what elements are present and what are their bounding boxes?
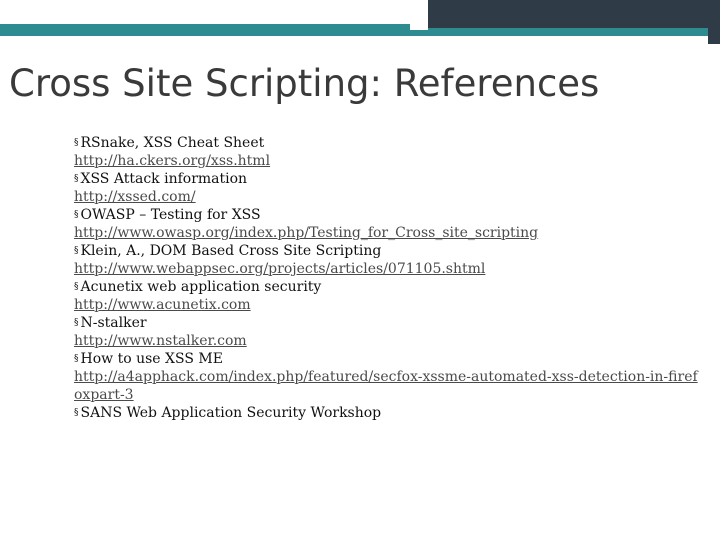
reference-label: Klein, A., DOM Based Cross Site Scriptin… [80, 243, 382, 259]
reference-label: Acunetix web application security [80, 279, 322, 295]
reference-label: How to use XSS ME [80, 351, 223, 367]
header-right-strip [708, 0, 720, 44]
bullet-icon: § [74, 138, 79, 148]
reference-link[interactable]: http://a4apphack.com/index.php/featured/… [74, 368, 698, 404]
reference-item: § OWASP – Testing for XSS http://www.owas… [74, 206, 704, 242]
reference-item: § Acunetix web application security http:… [74, 278, 704, 314]
reference-link[interactable]: http://ha.ckers.org/xss.html [74, 152, 704, 170]
slide: Cross Site Scripting: References § RSnake… [0, 0, 720, 540]
reference-item: § XSS Attack information http://xssed.com… [74, 170, 704, 206]
header-dark-band [425, 0, 720, 28]
reference-label: RSnake, XSS Cheat Sheet [80, 135, 265, 151]
bullet-icon: § [74, 318, 79, 328]
header-band-gap [410, 0, 428, 30]
reference-item: § SANS Web Application Security Workshop [74, 404, 704, 422]
reference-link[interactable]: http://www.acunetix.com [74, 296, 704, 314]
bullet-icon: § [74, 408, 79, 418]
bullet-icon: § [74, 354, 79, 364]
bullet-icon: § [74, 282, 79, 292]
reference-item: § Klein, A., DOM Based Cross Site Scripti… [74, 242, 704, 278]
reference-label: OWASP – Testing for XSS [80, 207, 261, 223]
bullet-icon: § [74, 246, 79, 256]
reference-link[interactable]: http://www.nstalker.com [74, 332, 704, 350]
bullet-icon: § [74, 174, 79, 184]
reference-link[interactable]: http://xssed.com/ [74, 188, 704, 206]
reference-list: § RSnake, XSS Cheat Sheet http://ha.ckers… [74, 134, 704, 422]
reference-item: § How to use XSS ME http://a4apphack.com/… [74, 350, 704, 404]
reference-link[interactable]: http://www.owasp.org/index.php/Testing_f… [74, 224, 704, 242]
reference-label: N-stalker [80, 315, 147, 331]
reference-item: § N-stalker http://www.nstalker.com [74, 314, 704, 350]
reference-link[interactable]: http://www.webappsec.org/projects/articl… [74, 260, 704, 278]
slide-title: Cross Site Scripting: References [9, 62, 600, 105]
bullet-icon: § [74, 210, 79, 220]
reference-label: XSS Attack information [80, 171, 248, 187]
reference-item: § RSnake, XSS Cheat Sheet http://ha.ckers… [74, 134, 704, 170]
reference-label: SANS Web Application Security Workshop [80, 405, 382, 421]
